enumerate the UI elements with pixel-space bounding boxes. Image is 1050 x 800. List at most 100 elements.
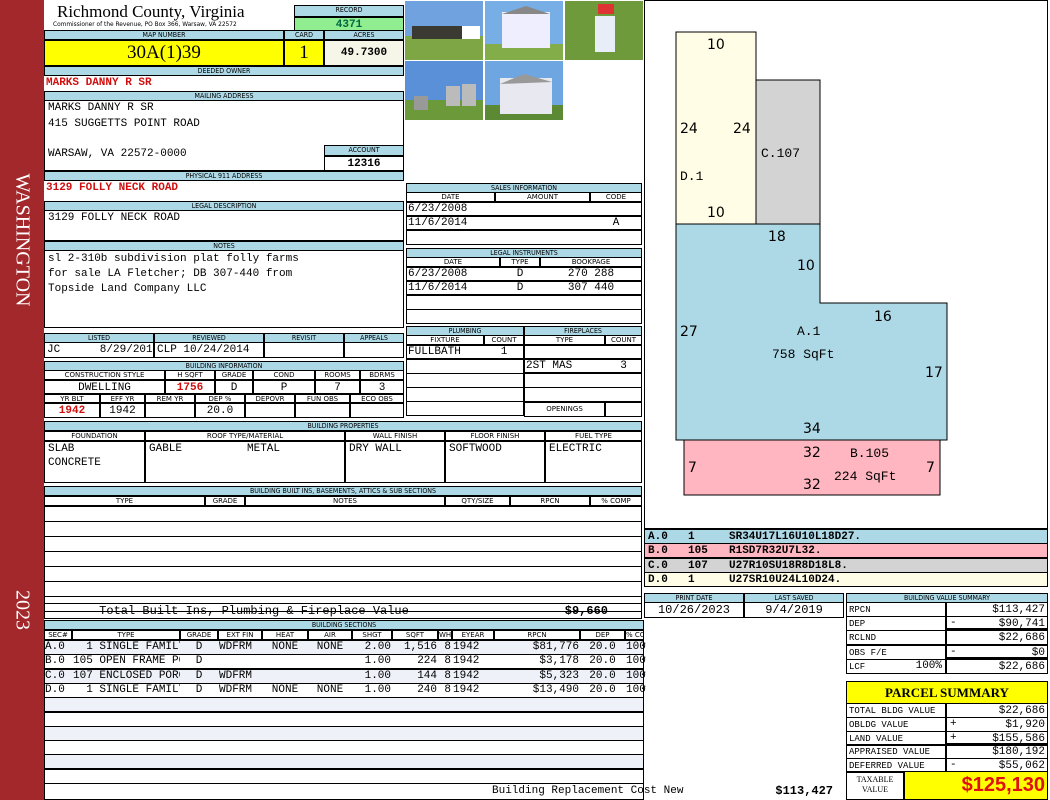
last-saved: 9/4/2019 [744,602,844,618]
plumbing-col-header: FIXTURE [406,335,484,345]
section-col-header: AIR [308,630,352,640]
instrument-col-header: BOOKPAGE [540,257,642,267]
fireplace-cell [605,345,642,359]
acres-label: ACRES [324,30,404,40]
value-sign: + [950,731,957,744]
section-col-header: RPCN [494,630,580,640]
sketch-code-section: A.0 [648,531,668,543]
building-sections-label: BUILDING SECTIONS [44,620,644,630]
fireplace-cell: 3 [605,359,642,373]
parcel-summary-label: TOTAL BLDG VALUE [846,703,946,718]
builtin-col-header: GRADE [205,496,245,506]
rooms-value: 7 [315,380,360,394]
sales-col-header: CODE [590,192,642,202]
rooms-label: ROOMS [315,370,360,380]
record-label: RECORD [294,5,404,17]
physical-address: 3129 FOLLY NECK ROAD [46,182,179,194]
section-label: C.107 [761,146,800,161]
reviewed-value: CLP 10/24/2014 [154,342,264,358]
openings-label: OPENINGS [524,402,605,417]
sales-col-header: AMOUNT [495,192,590,202]
floor-finish-value: SOFTWOOD [449,443,502,455]
section-label: B.105 [850,446,889,461]
section-cell: 100% [626,655,646,668]
section-cell: 100% [626,683,646,696]
builtin-row [44,536,642,552]
section-cell: D [195,669,203,682]
hsqft-label: H SQFT [165,370,215,380]
map-number: 30A(1)39 [44,40,284,66]
sales-row [406,230,642,245]
section-col-header: SEC# [44,630,72,640]
dim-label: 7 [926,460,935,476]
section-cell: 1 SINGLE FAMILY [73,683,180,696]
parcel-summary-value: $180,192 [946,744,1048,760]
account-number: 12316 [324,156,404,171]
builtin-col-header: RPCN [510,496,590,506]
section-cell: NONE [271,641,299,653]
notes-line-3: Topside Land Company LLC [48,283,207,295]
mailing-line-2: 415 SUGGETTS POINT ROAD [48,118,200,130]
sketch-code-number: 1 [688,573,695,586]
print-date: 10/26/2023 [644,602,744,618]
builtins-total-value: $9,660 [564,604,608,618]
roof-type-value: GABLE [149,443,183,455]
instrument-cell: 6/23/2008 [406,267,500,281]
builtin-row [44,506,642,522]
area-label: 758 SqFt [772,347,834,362]
tax-year: 2023 [11,590,34,630]
property-col-header: FOUNDATION [44,431,145,441]
value-summary-label: RCLND [846,630,946,646]
revisit-value [264,342,344,358]
section-cell: 8 [444,669,451,682]
builtin-row [44,581,642,597]
section-col-header: GRADE [180,630,218,640]
mailing-line-1: MARKS DANNY R SR [48,102,154,114]
builtin-row [44,566,642,582]
yrblt-label: YR BLT [44,394,100,403]
plumbing-row [406,387,524,402]
parcel-summary-label: APPRAISED VALUE [846,744,946,760]
dim-label: 24 [680,121,698,137]
section-cell: 20.0 [589,669,616,682]
sketch-code-section: D.0 [648,573,668,586]
effyr-value: 1942 [100,403,145,418]
value-sign: - [950,645,957,658]
section-cell: 8 [444,641,451,653]
section-col-header: WHGT [438,630,452,640]
section-cell: D.0 [45,683,65,696]
replacement-cost-label: Building Replacement Cost New [492,785,684,797]
appeals-value [344,342,404,358]
builtin-col-header: QTY/SIZE [445,496,510,506]
builtin-col-header: % COMP [590,496,642,506]
section-cell: $3,178 [539,655,579,668]
instrument-cell: 11/6/2014 [406,281,500,295]
section-cell: 100% [626,669,646,682]
sketch-code-path: SR34U17L16U10L18D27. [729,531,862,543]
plumbing-col-header: COUNT [484,335,524,345]
acres-value: 49.7300 [324,40,404,66]
section-cell: $13,490 [532,683,579,696]
fireplace-row [524,387,642,402]
dim-label: 16 [874,309,892,325]
fireplace-col-header: TYPE [524,335,605,345]
sales-cell: 6/23/2008 [406,202,495,216]
foundation-value: SLAB CONCRETE [48,443,101,469]
instrument-cell: D [500,281,540,295]
property-col-header: FUEL TYPE [545,431,642,441]
area-label: 224 SqFt [834,469,896,484]
taxable-value: $125,130 [904,771,1048,800]
property-col-header: ROOF TYPE/MATERIAL [145,431,345,441]
property-col-header: WALL FINISH [345,431,445,441]
plumbing-cell: 1 [484,345,524,359]
builtin-col-header: TYPE [44,496,205,506]
section-cell [218,654,262,668]
section-cell: 1942 [453,655,480,668]
lcf-percent: 100% [915,659,942,672]
sales-col-header: DATE [406,192,495,202]
style-value: DWELLING [44,380,165,394]
fireplace-col-header: COUNT [605,335,642,345]
card-number: 1 [284,40,324,66]
section-col-header: HEAT [262,630,308,640]
value-sign: - [950,617,957,630]
